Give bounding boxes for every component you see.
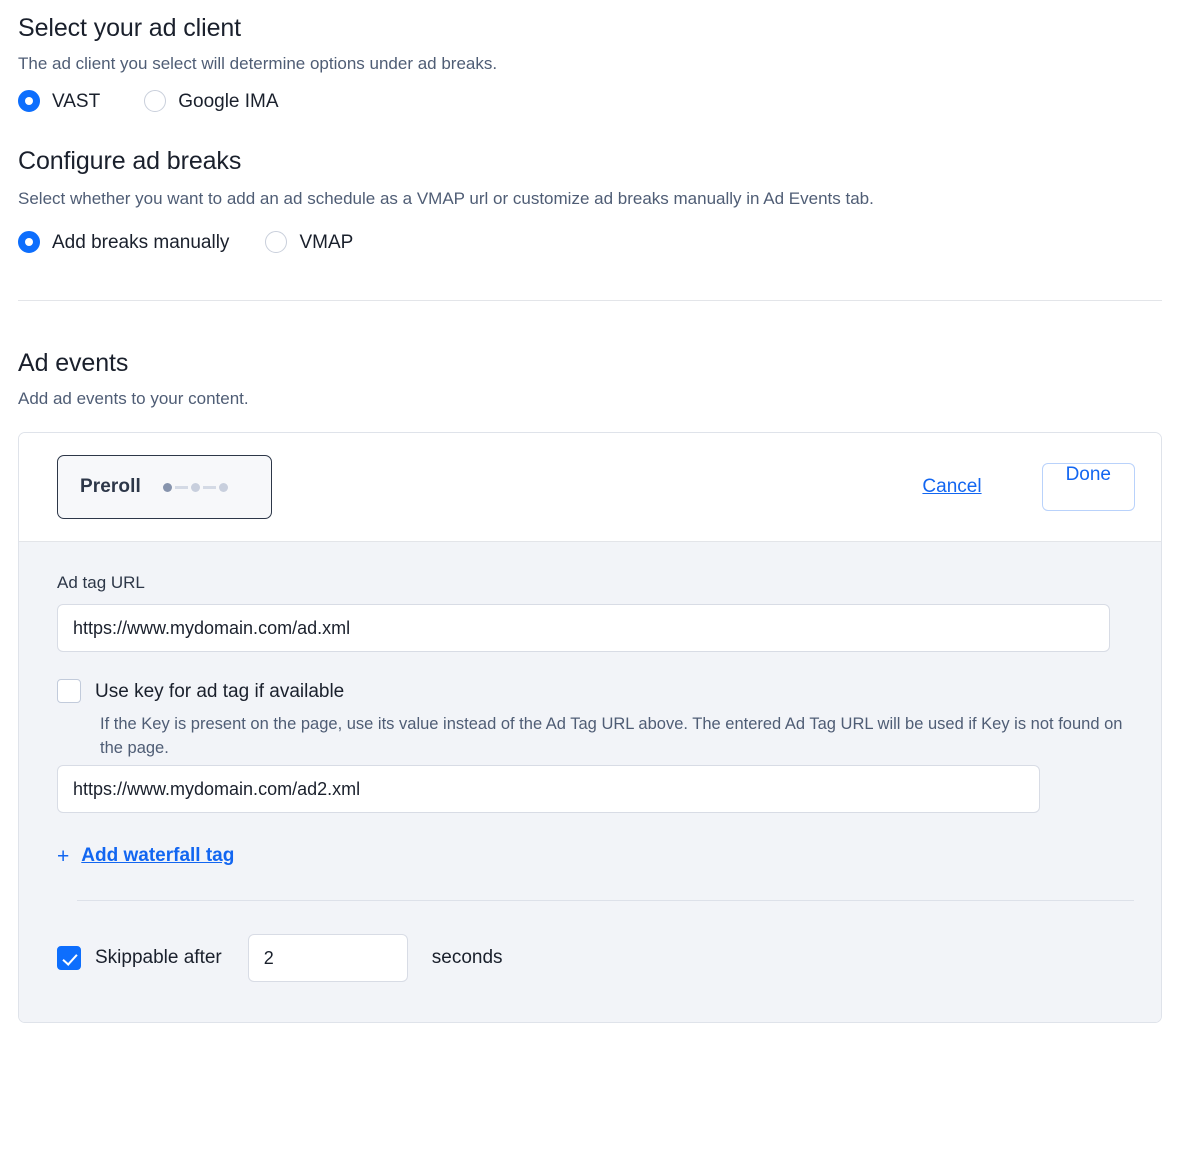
ad-event-type-chip-preroll[interactable]: Preroll bbox=[57, 455, 272, 520]
ad-event-card-header: Preroll Cancel Done bbox=[19, 433, 1161, 543]
use-key-help-text: If the Key is present on the page, use i… bbox=[100, 715, 1123, 758]
ad-event-type-label: Preroll bbox=[80, 476, 141, 498]
radio-selected-icon[interactable] bbox=[18, 231, 40, 254]
card-inner-divider bbox=[77, 900, 1134, 902]
plus-icon: + bbox=[57, 844, 70, 868]
radio-unselected-icon[interactable] bbox=[265, 231, 288, 254]
add-waterfall-tag-label: Add waterfall tag bbox=[81, 845, 235, 867]
ad-events-title: Ad events bbox=[18, 349, 129, 378]
skippable-checkbox[interactable] bbox=[57, 946, 81, 971]
radio-option-vast[interactable]: VAST bbox=[18, 90, 101, 113]
radio-option-add-breaks-manually[interactable]: Add breaks manually bbox=[18, 231, 230, 254]
radio-selected-icon[interactable] bbox=[18, 90, 40, 113]
cancel-button[interactable]: Cancel bbox=[922, 476, 981, 498]
waterfall-tag-url-input[interactable] bbox=[57, 765, 1040, 814]
radio-unselected-icon[interactable] bbox=[144, 90, 167, 113]
skippable-label: Skippable after bbox=[95, 947, 222, 969]
ad-events-section: Ad events Add ad events to your content. bbox=[18, 301, 1162, 411]
ad-tag-url-label: Ad tag URL bbox=[57, 573, 145, 593]
settings-page: Select your ad client The ad client you … bbox=[0, 0, 1180, 254]
done-button[interactable]: Done bbox=[1041, 463, 1135, 512]
ad-breaks-section: Configure ad breaks Select whether you w… bbox=[18, 112, 1162, 254]
skippable-seconds-input[interactable] bbox=[247, 934, 408, 983]
ad-client-radio-group: VAST Google IMA bbox=[18, 90, 1162, 113]
radio-option-google-ima[interactable]: Google IMA bbox=[144, 90, 279, 113]
radio-option-google-ima-label: Google IMA bbox=[178, 90, 279, 112]
ad-breaks-description: Select whether you want to add an ad sch… bbox=[18, 189, 874, 209]
ad-event-card-body: Ad tag URL Use key for ad tag if availab… bbox=[19, 542, 1161, 1023]
ad-events-description: Add ad events to your content. bbox=[18, 389, 249, 409]
ad-client-description: The ad client you select will determine … bbox=[18, 54, 498, 73]
use-key-checkbox-row[interactable]: Use key for ad tag if available bbox=[57, 679, 1123, 704]
use-key-checkbox[interactable] bbox=[57, 679, 81, 704]
ad-breaks-title: Configure ad breaks bbox=[18, 147, 242, 176]
radio-option-vmap[interactable]: VMAP bbox=[265, 231, 354, 254]
ad-event-card: Preroll Cancel Done Ad tag URL Use key f… bbox=[18, 432, 1162, 1024]
ad-client-title: Select your ad client bbox=[18, 14, 242, 42]
skippable-row: Skippable after seconds bbox=[57, 934, 1123, 983]
use-key-checkbox-label: Use key for ad tag if available bbox=[95, 680, 345, 702]
card-header-actions: Cancel Done bbox=[922, 463, 1135, 512]
ad-tag-url-input[interactable] bbox=[57, 604, 1110, 653]
ad-client-section: Select your ad client The ad client you … bbox=[18, 0, 1162, 113]
seconds-unit-label: seconds bbox=[431, 947, 503, 969]
ad-breaks-radio-group: Add breaks manually VMAP bbox=[18, 231, 1162, 254]
timeline-indicator-icon bbox=[162, 482, 228, 492]
radio-option-vast-label: VAST bbox=[52, 90, 101, 112]
radio-option-vmap-label: VMAP bbox=[299, 231, 354, 253]
add-waterfall-tag-button[interactable]: + Add waterfall tag bbox=[57, 845, 1123, 867]
radio-option-add-breaks-manually-label: Add breaks manually bbox=[52, 231, 230, 253]
